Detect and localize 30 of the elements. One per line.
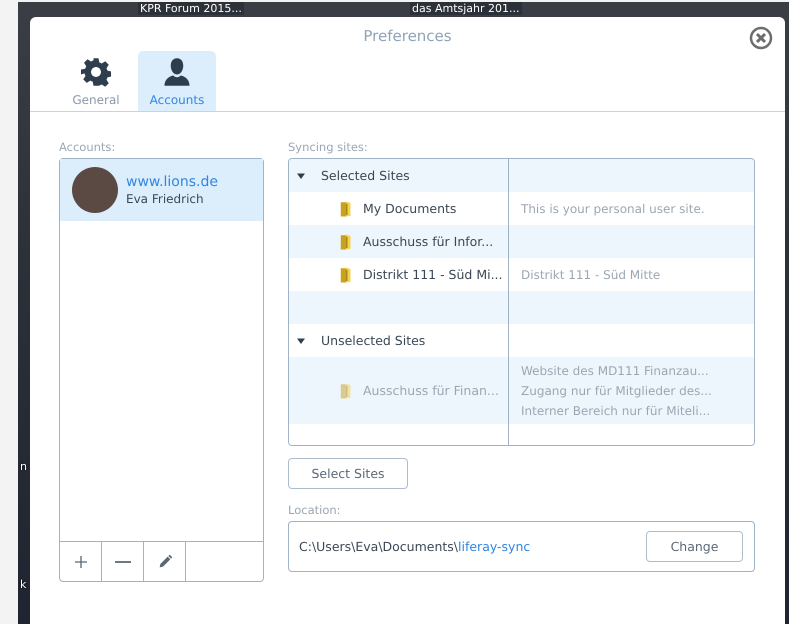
site-description: Website des MD111 Finanzau... Zugang nur für Mitglieder des... Interner Bereich nur für Miteli... — [521, 362, 712, 420]
account-user: Eva Friedrich — [126, 192, 205, 206]
avatar — [72, 167, 118, 213]
desktop-icon-label[interactable]: k — [20, 578, 26, 591]
desktop-icon-label[interactable]: n — [20, 460, 27, 473]
site-description: This is your personal user site. — [521, 200, 705, 218]
close-icon — [749, 26, 773, 50]
site-name[interactable]: Ausschuss für Infor... — [363, 234, 494, 249]
pencil-icon — [156, 554, 172, 570]
location-path: C:\Users\Eva\Documents\liferay-sync — [299, 539, 530, 554]
site-name[interactable]: Distrikt 111 - Süd Mi... — [363, 267, 502, 282]
desktop-icon-label[interactable]: KPR Forum 2015... — [138, 2, 244, 15]
change-button[interactable]: Change — [646, 531, 743, 562]
minus-icon — [114, 560, 130, 562]
plus-icon — [72, 554, 88, 570]
close-button[interactable] — [749, 25, 775, 51]
desktop-icon-label[interactable]: das Amtsjahr 201... — [410, 2, 522, 15]
window-title: Preferences — [363, 27, 452, 45]
gear-icon — [81, 57, 111, 87]
site-name[interactable]: My Documents — [363, 201, 456, 216]
account-item[interactable]: www.lions.de Eva Friedrich — [60, 159, 263, 221]
section-label: Syncing sites: — [288, 140, 369, 154]
person-icon — [162, 57, 192, 87]
site-description: Distrikt 111 - Süd Mitte — [521, 266, 660, 284]
section-label: Location: — [288, 503, 342, 517]
group-title: Unselected Sites — [321, 333, 426, 348]
select-sites-button[interactable]: Select Sites — [288, 458, 408, 489]
account-site: www.lions.de — [126, 174, 218, 190]
section-label: Accounts: — [59, 140, 116, 154]
group-title: Selected Sites — [321, 168, 410, 183]
